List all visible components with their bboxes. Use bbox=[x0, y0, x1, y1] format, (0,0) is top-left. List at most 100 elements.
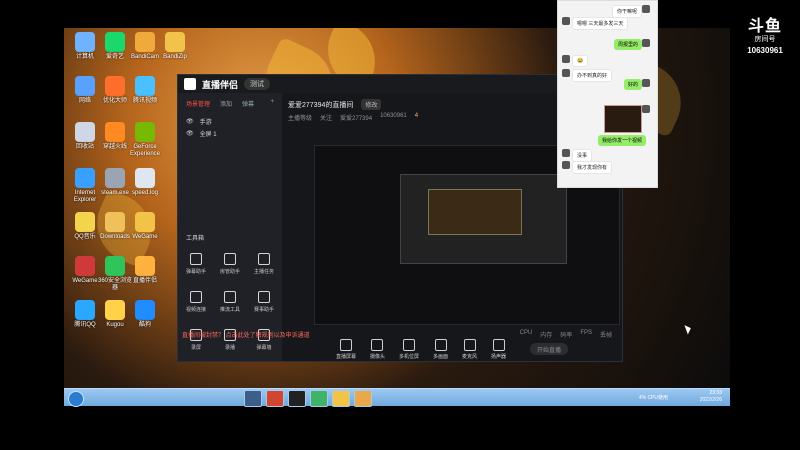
stat-mem: 内存 bbox=[540, 333, 553, 339]
room-subinfo: 主播等级 关注 爱爱277394 10630961 4 bbox=[288, 113, 418, 122]
stat-cpu: CPU bbox=[519, 330, 533, 336]
taskbar-app[interactable] bbox=[310, 390, 328, 407]
chat-message: 我给你发一个视频 bbox=[598, 135, 647, 146]
bandizip-icon bbox=[165, 32, 185, 52]
taskbar-app[interactable] bbox=[332, 390, 350, 407]
tool-item[interactable]: 推流工具 bbox=[216, 291, 244, 313]
eye-icon[interactable]: 👁 bbox=[186, 130, 194, 137]
kugou-folder-icon bbox=[105, 300, 125, 320]
chat-message: 好的 bbox=[624, 79, 643, 90]
chat-message: 我才发现你有 bbox=[572, 161, 613, 174]
taskbar-apps bbox=[244, 390, 372, 407]
desktop-icon[interactable]: BandiZip bbox=[158, 32, 192, 61]
wegame-icon bbox=[135, 212, 155, 232]
crossfire-icon bbox=[105, 122, 125, 142]
system-clock[interactable]: 23:33 2022/2/26 bbox=[700, 390, 722, 404]
room-edit-tag[interactable]: 修改 bbox=[361, 99, 382, 110]
watermark-sub: 房间号 bbox=[754, 36, 776, 43]
steam-icon bbox=[105, 168, 125, 188]
desktop-icon[interactable]: steam.exe bbox=[98, 168, 132, 197]
desktop-icon[interactable]: 腾讯QQ bbox=[68, 300, 102, 329]
desktop-icon[interactable]: WeGame bbox=[128, 212, 162, 241]
eye-icon[interactable]: 👁 bbox=[186, 118, 194, 125]
tool-item[interactable]: 弹幕助手 bbox=[182, 253, 210, 275]
tool-item[interactable]: 主播任务 bbox=[250, 253, 278, 275]
desktop-icon[interactable]: 优化大师 bbox=[98, 76, 132, 105]
log-file-icon bbox=[135, 168, 155, 188]
qq-icon bbox=[75, 300, 95, 320]
cpu-percent: 4% bbox=[638, 395, 647, 401]
desktop-icon[interactable]: Internet Explorer bbox=[68, 168, 102, 204]
recycle-bin-icon bbox=[75, 122, 95, 142]
taskbar-app[interactable] bbox=[288, 390, 306, 407]
desktop-icon[interactable]: Kugou bbox=[98, 300, 132, 329]
iqiyi-icon bbox=[105, 32, 125, 52]
tool-icon bbox=[224, 291, 236, 303]
desktop-icon[interactable]: speed.log bbox=[128, 168, 162, 197]
desktop-icon[interactable]: Downloads bbox=[98, 212, 132, 241]
taskbar-app[interactable] bbox=[244, 390, 262, 407]
avatar bbox=[562, 17, 570, 25]
tab-scene-management[interactable]: 场景管理 bbox=[186, 99, 210, 108]
room-sub-3: 爱爱277394 bbox=[340, 116, 373, 122]
speaker-button[interactable]: 扬声器 bbox=[491, 338, 506, 360]
clock-date: 2022/2/26 bbox=[699, 397, 722, 403]
tool-item[interactable]: 视频连接 bbox=[182, 291, 210, 313]
desktop-icon[interactable]: 爱奇艺 bbox=[98, 32, 132, 61]
avatar bbox=[642, 105, 650, 113]
scene-tabs: 场景管理 添加 弹幕 + bbox=[178, 93, 282, 114]
desktop-icon[interactable]: 穿越火线 bbox=[98, 122, 132, 151]
screen-capture-button[interactable]: 直播屏幕 bbox=[336, 338, 356, 360]
desktop-icon[interactable]: 360安全浏览器 bbox=[98, 256, 132, 292]
scene-item[interactable]: 👁 手游 bbox=[186, 117, 274, 126]
desktop-icon[interactable]: 腾讯视频 bbox=[128, 76, 162, 105]
multi-view-button[interactable]: 多机位屏 bbox=[399, 338, 419, 360]
add-scene-icon[interactable]: + bbox=[270, 99, 274, 108]
ban-notice[interactable]: 直播间被封禁？ 点击此处了解规则以及申诉通道 bbox=[182, 330, 310, 339]
scene-item[interactable]: 👁 全屏 1 bbox=[186, 129, 274, 138]
stream-companion-icon bbox=[135, 256, 155, 276]
desktop-icon[interactable]: 直播伴侣 bbox=[128, 256, 162, 285]
multi-view-icon bbox=[402, 338, 415, 351]
room-title: 爱爱277394的直播间 修改 bbox=[288, 99, 382, 110]
cpu-indicator: 4% CPU使用 bbox=[639, 394, 668, 401]
avatar bbox=[562, 149, 570, 157]
taskbar-app[interactable] bbox=[354, 390, 372, 407]
desktop-icon[interactable]: GeForce Experience bbox=[128, 122, 162, 158]
tool-icon bbox=[258, 253, 270, 265]
windows-taskbar: 4% CPU使用 23:33 2022/2/26 bbox=[64, 388, 730, 407]
avatar bbox=[562, 69, 570, 77]
start-live-button[interactable]: 开始直播 bbox=[530, 343, 569, 355]
optimizer-icon bbox=[105, 76, 125, 96]
version-badge: 测试 bbox=[244, 78, 271, 90]
tab-danmu[interactable]: 弹幕 bbox=[242, 99, 254, 108]
mic-button[interactable]: 麦克风 bbox=[462, 338, 477, 360]
network-icon bbox=[75, 76, 95, 96]
chat-message: 嗯嗯 三天最多发三天 bbox=[572, 17, 629, 30]
start-button[interactable] bbox=[68, 391, 84, 407]
chat-message: 办不到真的好 bbox=[572, 69, 613, 82]
taskbar-app[interactable] bbox=[266, 390, 284, 407]
computer-icon bbox=[75, 32, 95, 52]
app-logo-icon bbox=[184, 78, 196, 90]
tool-item[interactable]: 房管助手 bbox=[216, 253, 244, 275]
scene-label: 全屏 1 bbox=[199, 132, 217, 138]
bandicam-icon bbox=[135, 32, 155, 52]
mic-icon bbox=[463, 338, 476, 351]
desktop-icon[interactable]: 回收站 bbox=[68, 122, 102, 151]
browser-360-icon bbox=[105, 256, 125, 276]
tencent-video-icon bbox=[135, 76, 155, 96]
stat-bitrate: 码率 bbox=[560, 333, 573, 339]
media-button[interactable]: 多画面 bbox=[433, 338, 448, 360]
desktop-icon[interactable]: WeGame bbox=[68, 256, 102, 285]
desktop-icon[interactable]: QQ音乐 bbox=[68, 212, 102, 241]
desktop-icon[interactable]: 网络 bbox=[68, 76, 102, 105]
monitor-icon bbox=[339, 338, 352, 351]
desktop-icon[interactable]: 酷狗 bbox=[128, 300, 162, 329]
tool-item[interactable]: 赛事助手 bbox=[250, 291, 278, 313]
desktop-icon[interactable]: BandiCam bbox=[128, 32, 162, 61]
tab-add[interactable]: 添加 bbox=[220, 99, 232, 108]
desktop-icon[interactable]: 计算机 bbox=[68, 32, 102, 61]
chat-overlay: 你干嘛呢 嗯嗯 三天最多发三天 周报里的 😂 办不到真的好 好的 我给你发一个视… bbox=[557, 0, 658, 188]
camera-button[interactable]: 摄像头 bbox=[370, 338, 385, 360]
